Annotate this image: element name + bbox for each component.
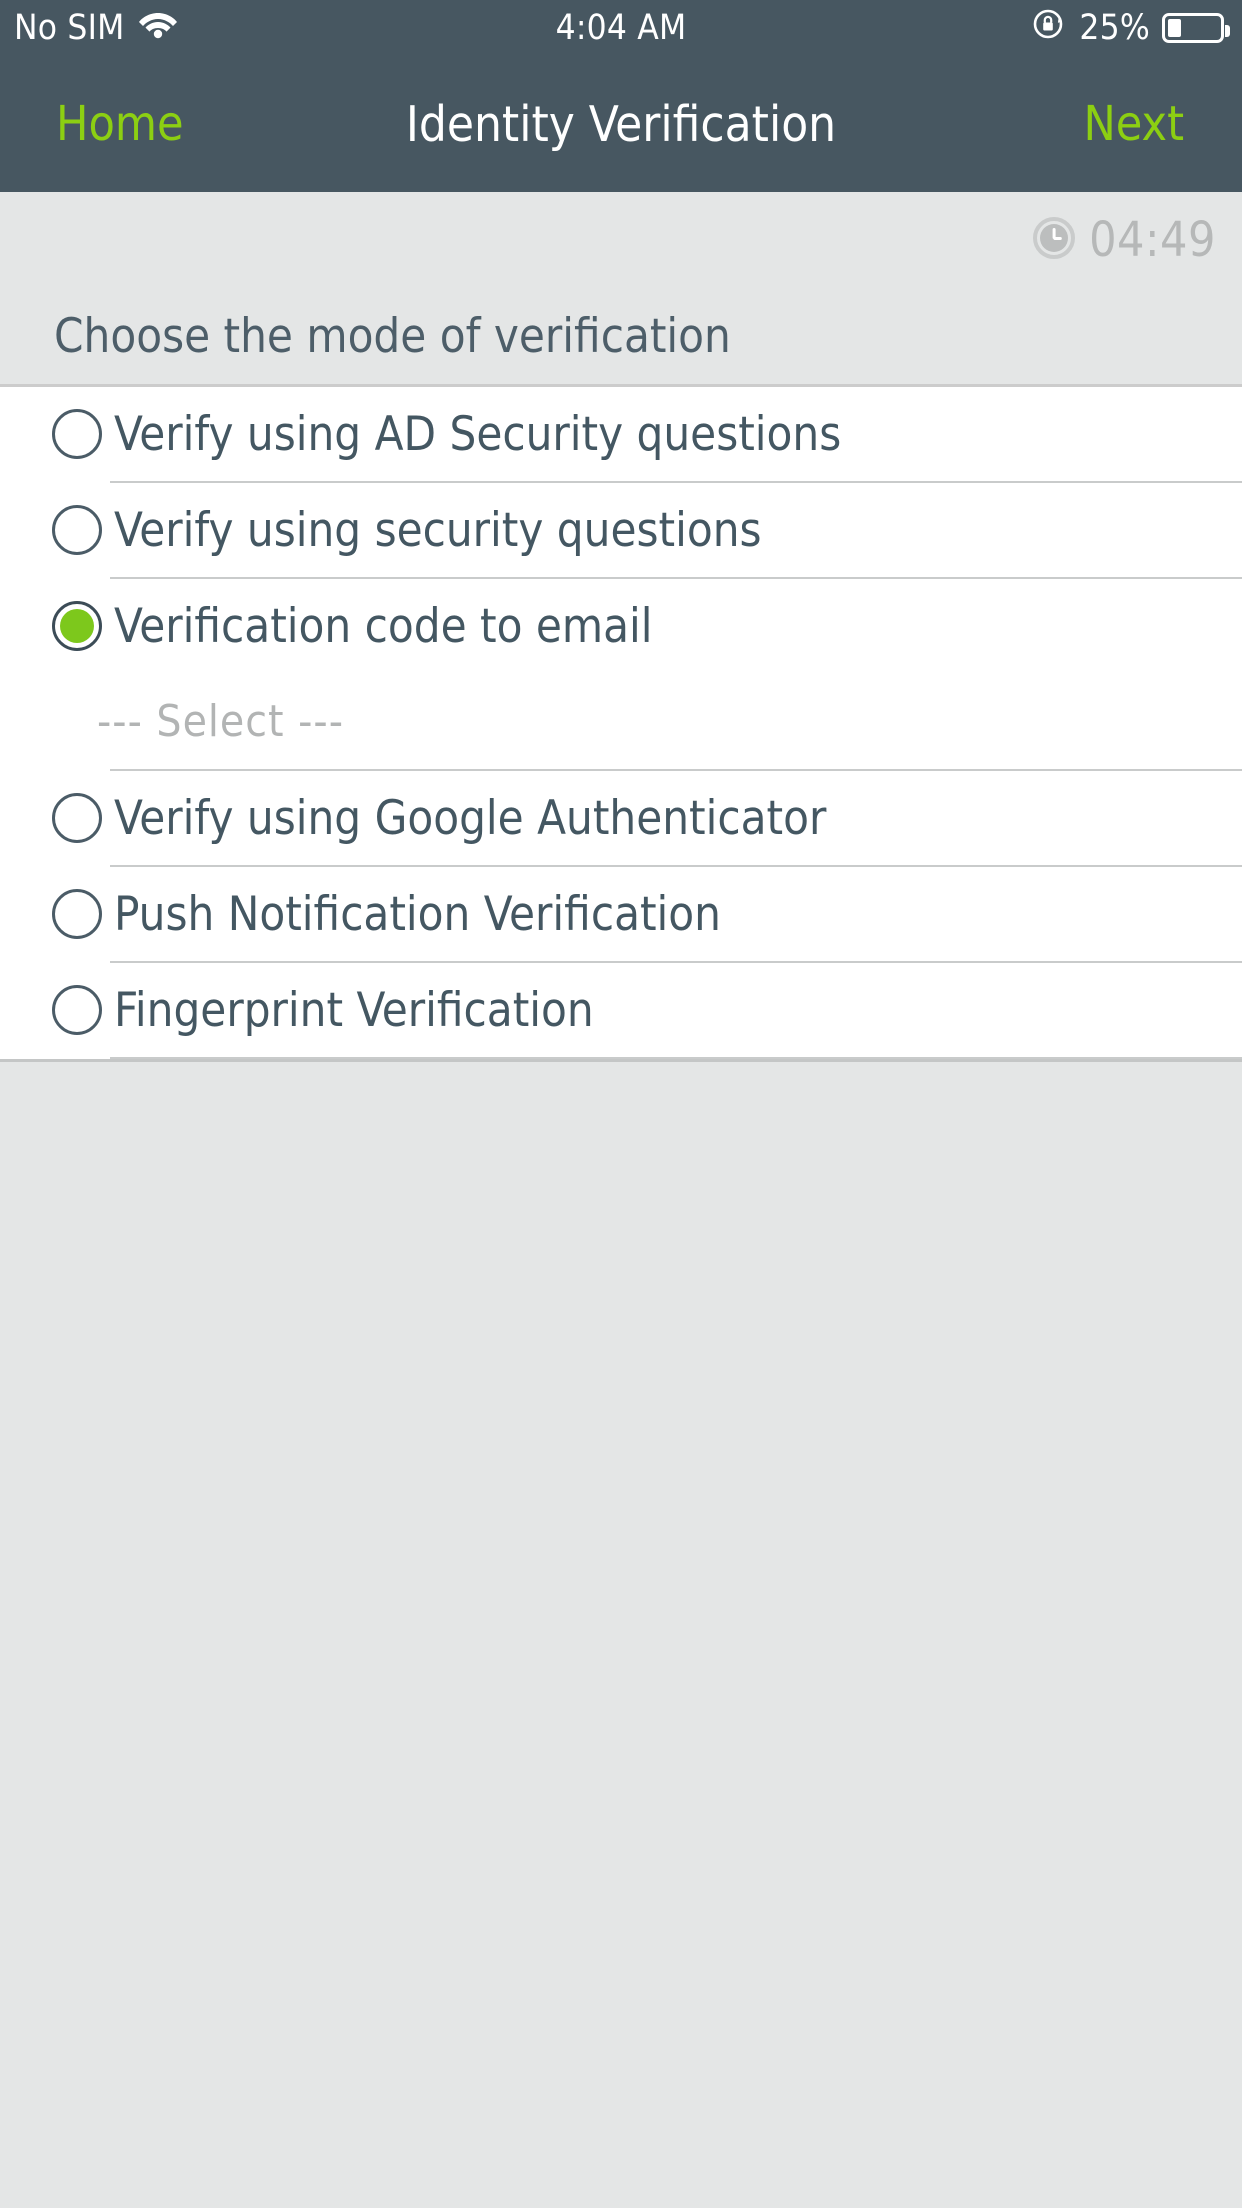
option-row[interactable]: Fingerprint Verification xyxy=(0,963,1242,1057)
option-row[interactable]: Push Notification Verification xyxy=(0,867,1242,961)
verification-mode-list: Verify using AD Security questions Verify… xyxy=(0,387,1242,1059)
countdown-timer: 04:49 xyxy=(1033,212,1216,268)
option-row[interactable]: Verify using security questions xyxy=(0,483,1242,577)
option-label: Verify using security questions xyxy=(114,502,762,558)
radio-button[interactable] xyxy=(52,505,102,555)
option-row[interactable]: Verification code to email xyxy=(0,579,1242,673)
radio-button[interactable] xyxy=(52,409,102,459)
battery-level-fill xyxy=(1168,19,1181,37)
radio-button-selected[interactable] xyxy=(52,601,102,651)
radio-button[interactable] xyxy=(52,985,102,1035)
status-bar: No SIM 4:04 AM 25% xyxy=(0,0,1242,56)
option-label: Push Notification Verification xyxy=(114,886,721,942)
option-label: Verification code to email xyxy=(114,598,653,654)
app-screen: No SIM 4:04 AM 25% Home Identity Verific… xyxy=(0,0,1242,2208)
nav-bar: Home Identity Verification Next xyxy=(0,56,1242,192)
timer-value: 04:49 xyxy=(1089,212,1216,268)
option-row[interactable]: Verify using Google Authenticator xyxy=(0,771,1242,865)
section-heading: Choose the mode of verification xyxy=(0,288,1242,384)
radio-button[interactable] xyxy=(52,889,102,939)
page-background-filler xyxy=(0,1062,1242,1942)
radio-button[interactable] xyxy=(52,793,102,843)
next-button[interactable]: Next xyxy=(1084,96,1185,152)
email-select-dropdown[interactable]: --- Select --- xyxy=(0,673,1242,769)
option-row[interactable]: Verify using AD Security questions xyxy=(0,387,1242,481)
page-title: Identity Verification xyxy=(405,95,837,153)
status-bar-right: 25% xyxy=(1031,6,1230,51)
radio-dot-icon xyxy=(60,609,94,643)
option-label: Fingerprint Verification xyxy=(114,982,594,1038)
clock-icon xyxy=(1033,217,1076,263)
email-select-value: --- Select --- xyxy=(97,695,344,747)
battery-percent-label: 25% xyxy=(1079,7,1150,48)
timer-strip: 04:49 xyxy=(0,192,1242,288)
option-label: Verify using Google Authenticator xyxy=(114,790,827,846)
option-label: Verify using AD Security questions xyxy=(114,406,842,462)
rotation-lock-icon xyxy=(1031,6,1067,51)
home-button[interactable]: Home xyxy=(56,96,184,152)
battery-icon xyxy=(1162,13,1230,43)
